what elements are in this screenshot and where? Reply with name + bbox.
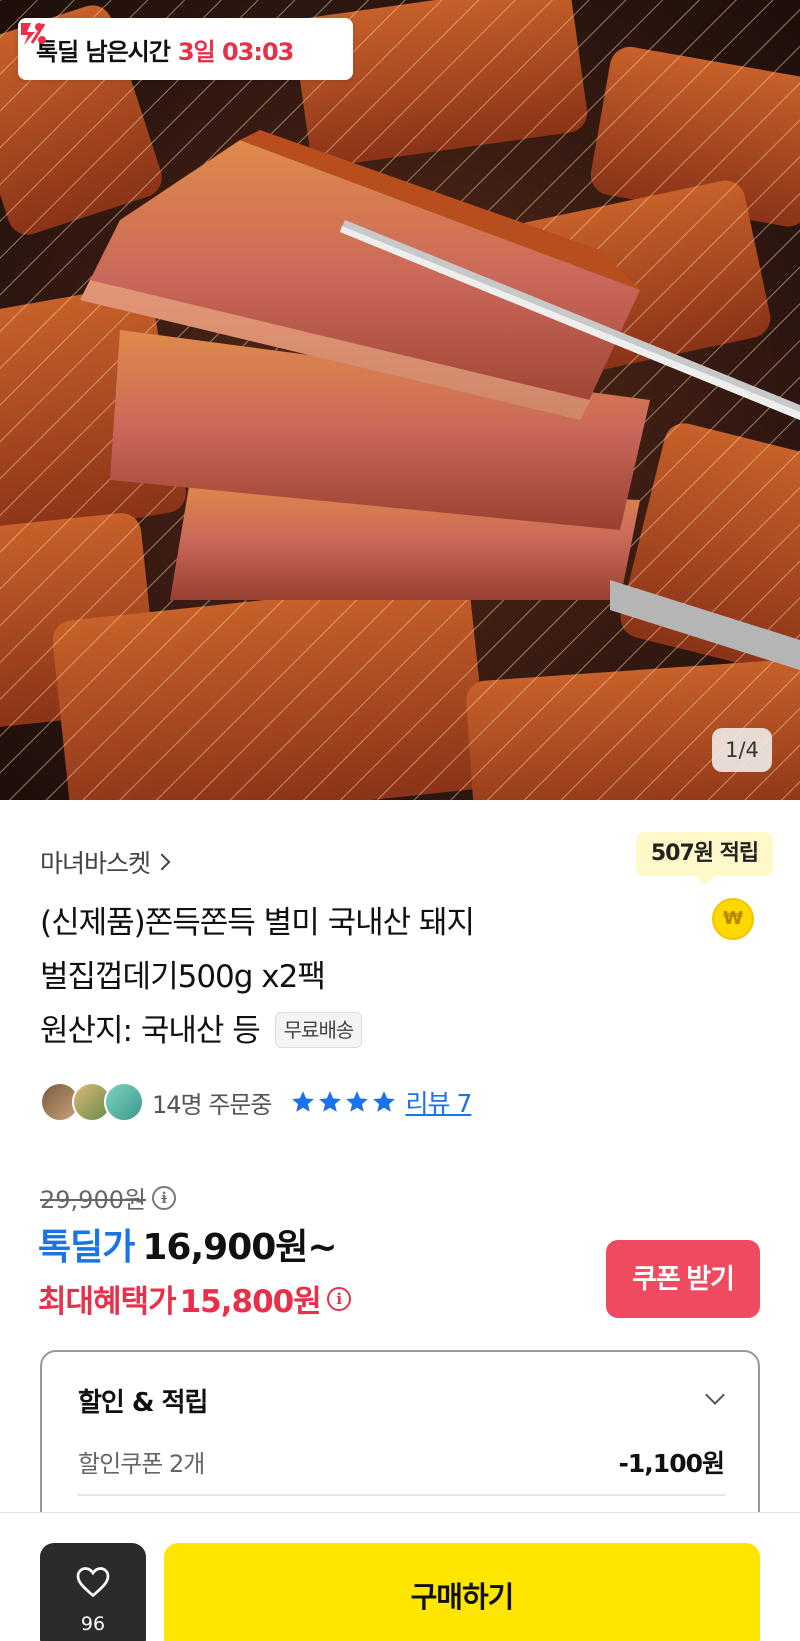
brand-link[interactable]: 마녀바스켓	[40, 844, 171, 880]
free-shipping-badge: 무료배송	[274, 1011, 363, 1048]
original-price: 29,900원	[40, 1186, 147, 1214]
like-count: 96	[80, 1613, 106, 1635]
product-origin-line: 원산지: 국내산 등 무료배송	[40, 1004, 620, 1058]
deal-timer-badge: 톡딜 남은시간 3일 03:03	[18, 18, 353, 80]
brand-name: 마녀바스켓	[40, 849, 151, 878]
product-origin: 원산지: 국내산 등	[40, 1013, 261, 1049]
like-button[interactable]: 96	[40, 1543, 146, 1641]
deal-timer-value: 3일 03:03	[177, 37, 295, 66]
get-coupon-button[interactable]: 쿠폰 받기	[606, 1240, 760, 1318]
product-image[interactable]: 톡딜 남은시간 3일 03:03 1/4	[0, 0, 800, 800]
deal-price-label: 톡딜가	[38, 1227, 135, 1268]
info-icon[interactable]: i	[152, 1185, 177, 1210]
chevron-down-icon[interactable]	[705, 1385, 725, 1405]
star-icon	[291, 1091, 314, 1112]
divider	[78, 1494, 726, 1496]
max-benefit-label: 최대혜택가	[38, 1284, 177, 1320]
max-benefit-value: 15,800원	[179, 1284, 322, 1320]
image-pager: 1/4	[712, 728, 772, 772]
buyer-avatars	[40, 1082, 144, 1122]
deal-timer-label: 톡딜 남은시간	[36, 37, 171, 66]
product-title-line: 벌집껍데기500g x2팩	[40, 959, 326, 995]
avatar	[104, 1082, 144, 1122]
reward-bubble: 507원 적립	[636, 832, 773, 886]
bottom-action-bar: 96 구매하기	[0, 1512, 800, 1641]
buy-button[interactable]: 구매하기	[164, 1543, 760, 1641]
star-icon	[318, 1091, 341, 1112]
max-benefit-row: 최대혜택가 15,800원 i	[38, 1276, 351, 1321]
star-icon	[345, 1091, 368, 1112]
chevron-right-icon	[153, 853, 171, 871]
info-icon[interactable]: i	[326, 1286, 351, 1311]
heart-icon	[76, 1567, 110, 1598]
won-coin-icon[interactable]: ₩	[712, 898, 754, 940]
review-link[interactable]: 리뷰 7	[406, 1084, 473, 1120]
pork-skin-photo	[0, 0, 800, 800]
order-social-row: 14명 주문중 리뷰 7	[40, 1080, 473, 1124]
deal-price-row: 톡딜가 16,900원~	[38, 1218, 338, 1270]
product-title-line: (신제품)쫀득쫀득 별미 국내산 돼지	[40, 905, 475, 941]
original-price-row: 29,900원 i	[40, 1180, 177, 1215]
deal-price-value: 16,900원~	[142, 1227, 337, 1268]
discount-coupon-value: -1,100원	[618, 1449, 725, 1478]
rating-stars	[290, 1089, 398, 1115]
order-count: 14명 주문중	[152, 1090, 272, 1119]
star-icon	[372, 1091, 395, 1112]
discount-heading: 할인 & 적립	[78, 1388, 208, 1418]
discount-coupon-label: 할인쿠폰 2개	[78, 1450, 205, 1478]
product-title: (신제품)쫀득쫀득 별미 국내산 돼지 벌집껍데기500g x2팩 원산지: 국…	[40, 896, 620, 1058]
tokdeal-logo-icon	[21, 23, 46, 45]
